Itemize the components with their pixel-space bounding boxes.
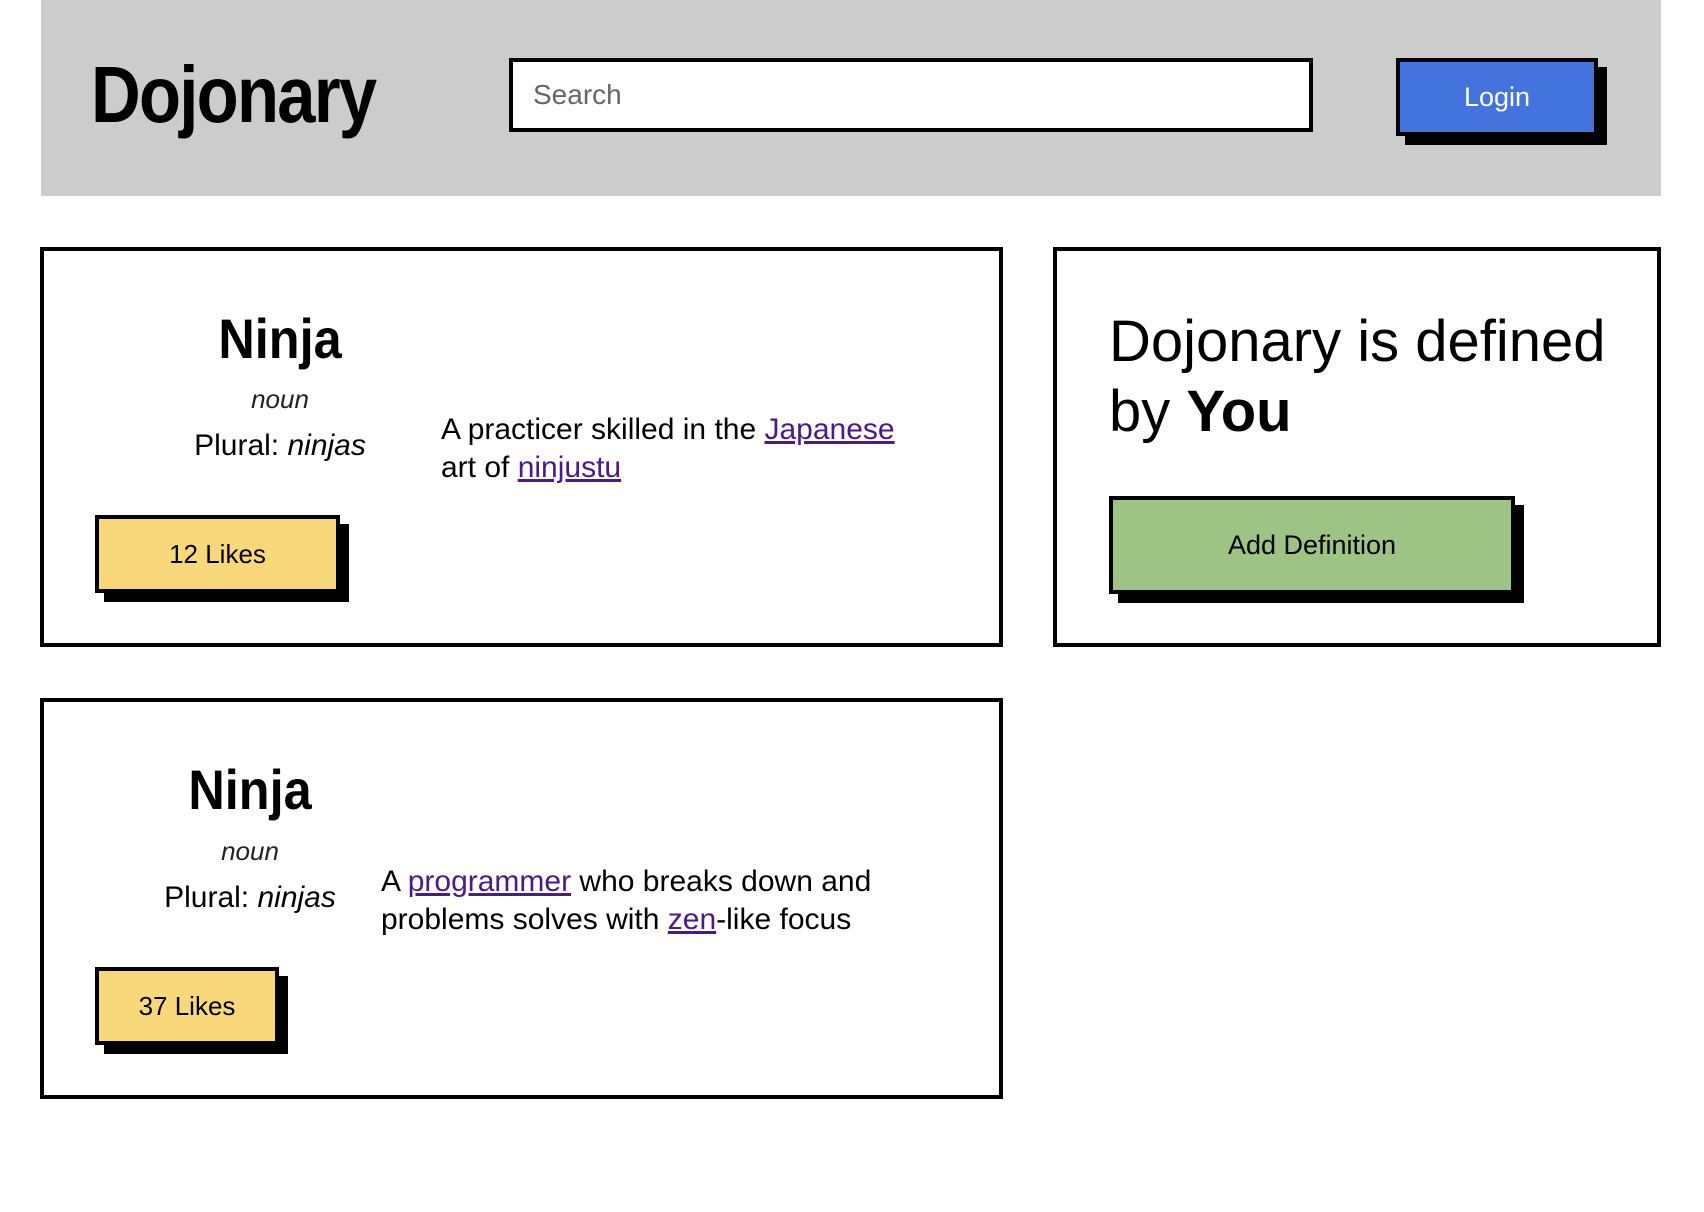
promo-title: Dojonary is defined by You [1109, 307, 1629, 447]
likes-button[interactable]: 37 Likes [95, 967, 279, 1045]
promo-title-text: Dojonary is defined by [1109, 309, 1606, 444]
promo-card: Dojonary is defined by You Add Definitio… [1053, 247, 1661, 647]
plural-label: Plural: [164, 881, 258, 914]
add-definition-button[interactable]: Add Definition [1109, 496, 1515, 594]
part-of-speech: noun [251, 384, 309, 414]
plural-form: Plural: ninjas [140, 428, 420, 464]
definition-link[interactable]: zen [668, 903, 716, 936]
site-header: Dojonary Login [41, 0, 1661, 196]
term-title: Ninja [188, 758, 312, 821]
login-button[interactable]: Login [1396, 58, 1598, 136]
definition-link[interactable]: Japanese [764, 413, 894, 446]
definition-text: A programmer who breaks down and problem… [381, 863, 881, 939]
definition-text: A practicer skilled in the Japanese art … [441, 411, 921, 487]
plural-value: ninjas [257, 881, 336, 914]
promo-title-emphasis: You [1186, 379, 1292, 444]
definition-link[interactable]: programmer [408, 865, 571, 898]
term-title: Ninja [218, 307, 342, 370]
site-logo[interactable]: Dojonary [91, 50, 377, 140]
plural-value: ninjas [287, 429, 366, 462]
search-input[interactable] [509, 58, 1313, 132]
definition-text-segment: A [381, 865, 408, 898]
definition-text-segment: -like focus [716, 903, 852, 936]
plural-label: Plural: [194, 429, 288, 462]
likes-button[interactable]: 12 Likes [95, 515, 340, 593]
definition-link[interactable]: ninjustu [518, 451, 621, 484]
definition-card: Ninja noun Plural: ninjas A programmer w… [40, 698, 1003, 1099]
plural-form: Plural: ninjas [110, 880, 390, 916]
definition-card: Ninja noun Plural: ninjas A practicer sk… [40, 247, 1003, 647]
part-of-speech: noun [221, 836, 279, 866]
definition-text-segment: A practicer skilled in the [441, 413, 765, 446]
definition-text-segment: art of [441, 451, 518, 484]
